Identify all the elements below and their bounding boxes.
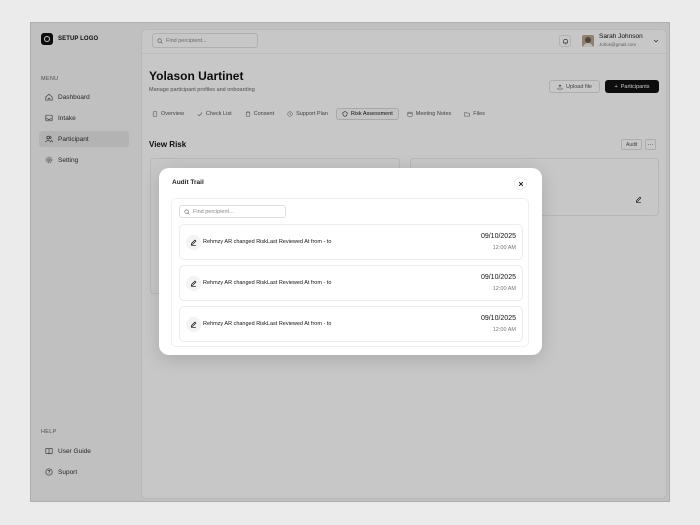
edit-icon: [186, 317, 201, 332]
list-item: Rehmzy AR changed RiskLast Reviewed At f…: [179, 265, 523, 301]
list-item: Rehmzy AR changed RiskLast Reviewed At f…: [179, 306, 523, 342]
edit-icon: [186, 276, 201, 291]
search-icon: [184, 208, 190, 215]
search-placeholder: Find percipient...: [193, 208, 234, 215]
edit-icon: [186, 235, 201, 250]
audit-search-input[interactable]: Find percipient...: [179, 205, 286, 218]
audit-text: Rehmzy AR changed RiskLast Reviewed At f…: [203, 239, 332, 245]
list-item: Rehmzy AR changed RiskLast Reviewed At f…: [179, 224, 523, 260]
audit-list-container: Find percipient... Rehmzy AR changed Ris…: [171, 198, 529, 347]
audit-trail-modal: Audit Trail Find percipient... Rehmzy AR…: [159, 168, 542, 355]
audit-date: 09/10/2025: [480, 274, 516, 281]
audit-time: 12:00 AM: [492, 245, 516, 251]
audit-time: 12:00 AM: [492, 327, 516, 333]
audit-date: 09/10/2025: [480, 315, 516, 322]
close-icon: [518, 181, 523, 186]
audit-time: 12:00 AM: [492, 286, 516, 292]
close-button[interactable]: [514, 177, 527, 190]
audit-date: 09/10/2025: [480, 233, 516, 240]
audit-text: Rehmzy AR changed RiskLast Reviewed At f…: [203, 321, 332, 327]
modal-title: Audit Trail: [172, 179, 204, 186]
audit-text: Rehmzy AR changed RiskLast Reviewed At f…: [203, 280, 332, 286]
